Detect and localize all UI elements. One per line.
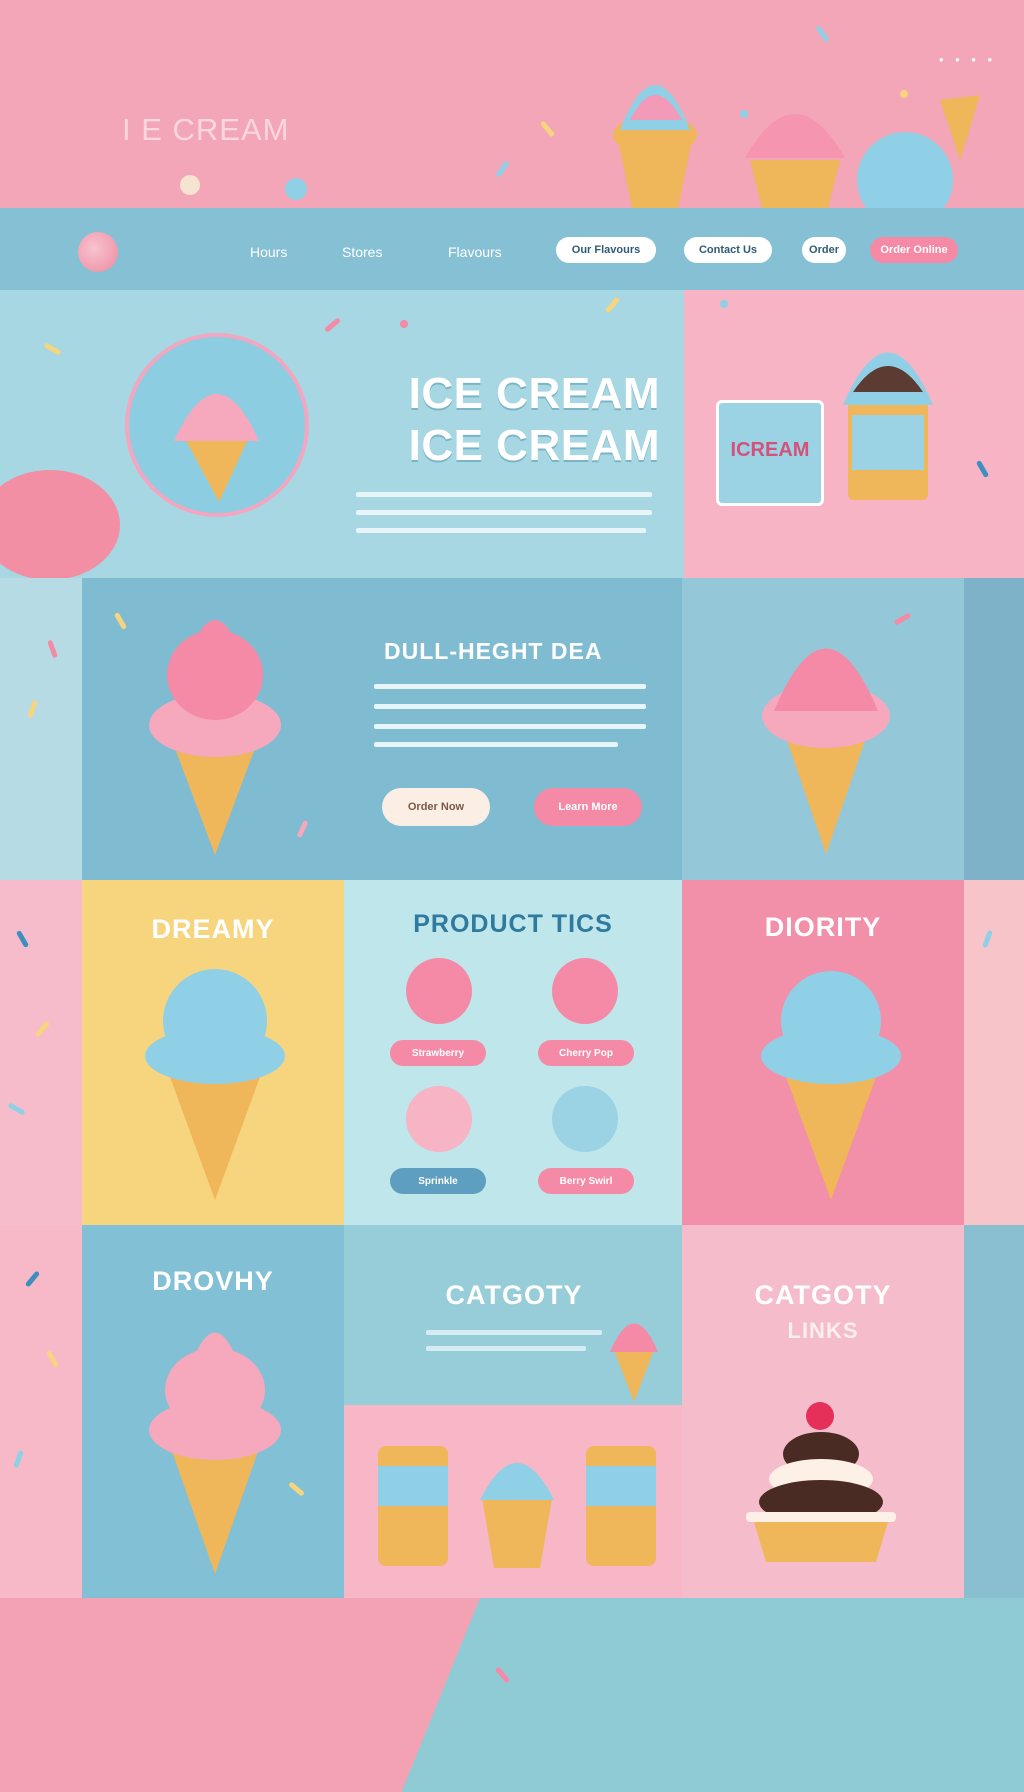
nav-button-order-online[interactable]: Order Online bbox=[870, 237, 958, 263]
hero-banner: I E CREAM • • • • bbox=[0, 0, 1024, 208]
sundae-icon bbox=[746, 1402, 896, 1562]
cups-row-illustration bbox=[378, 1446, 656, 1568]
nav-link-stores[interactable]: Stores bbox=[342, 244, 382, 260]
links-subtitle: LINKS bbox=[787, 1318, 859, 1343]
nav-link-flavours[interactable]: Flavours bbox=[448, 244, 502, 260]
hero-cones-illustration bbox=[613, 85, 980, 208]
products-left-strip bbox=[0, 880, 82, 1225]
promo-title: DULL-HEGHT DEA bbox=[384, 638, 603, 664]
promo-primary-button[interactable]: Order Now bbox=[382, 788, 490, 826]
feature-title: ICE CREAM ICE CREAM bbox=[350, 368, 660, 472]
category-left-strip bbox=[0, 1225, 82, 1598]
hero-brand-word: I E CREAM bbox=[122, 112, 290, 147]
category-right-strip bbox=[964, 1225, 1024, 1598]
feature-cone-badge bbox=[125, 333, 309, 517]
nav-button-contact[interactable]: Contact Us bbox=[684, 237, 772, 263]
products-title: PRODUCT TICS bbox=[413, 910, 613, 938]
mini-cone-icon bbox=[610, 1323, 658, 1402]
product-tag-sprinkle[interactable]: Sprinkle bbox=[390, 1168, 486, 1194]
strawberry-cone-icon bbox=[149, 620, 281, 855]
product-box: ICREAM bbox=[716, 400, 824, 506]
product-berry-image[interactable] bbox=[552, 1086, 618, 1152]
footer-pink-panel bbox=[0, 1598, 480, 1792]
soft-serve-cone-icon bbox=[843, 352, 933, 500]
promo-left-strip bbox=[0, 578, 82, 880]
footer bbox=[0, 1598, 1024, 1792]
product-cherry-image[interactable] bbox=[552, 958, 618, 1024]
pink-swirl-cone-icon bbox=[762, 648, 890, 854]
product-tag-strawberry[interactable]: Strawberry bbox=[390, 1040, 486, 1066]
category-title: CATGOTY bbox=[445, 1280, 583, 1310]
product-box-label: ICREAM bbox=[730, 439, 810, 461]
product-strawberry-image[interactable] bbox=[406, 958, 472, 1024]
pink-cone-icon bbox=[149, 1332, 281, 1574]
product-tag-cherry[interactable]: Cherry Pop bbox=[538, 1040, 634, 1066]
promo-right-strip bbox=[964, 578, 1024, 880]
product-sprinkle-image[interactable] bbox=[406, 1086, 472, 1152]
blue-swirl-cone-icon bbox=[761, 971, 901, 1200]
feature-title-line1: ICE CREAM bbox=[408, 369, 660, 418]
dreamy-title: DREAMY bbox=[151, 914, 275, 944]
nav-button-order[interactable]: Order bbox=[802, 237, 846, 263]
priority-title: DIORITY bbox=[764, 912, 882, 942]
blue-scoop-cone-icon bbox=[145, 969, 285, 1200]
links-title: CATGOTY bbox=[754, 1280, 892, 1310]
products-right-strip bbox=[964, 880, 1024, 1225]
nav-button-our-flavours[interactable]: Our Flavours bbox=[556, 237, 656, 263]
feature-title-line2: ICE CREAM bbox=[408, 421, 660, 470]
nav-link-hours[interactable]: Hours bbox=[250, 244, 287, 260]
product-tag-berry[interactable]: Berry Swirl bbox=[538, 1168, 634, 1194]
dropy-title: DROVHY bbox=[152, 1266, 274, 1296]
ice-cream-cone-icon bbox=[174, 394, 259, 502]
promo-secondary-button[interactable]: Learn More bbox=[534, 788, 642, 826]
logo[interactable] bbox=[78, 232, 118, 272]
